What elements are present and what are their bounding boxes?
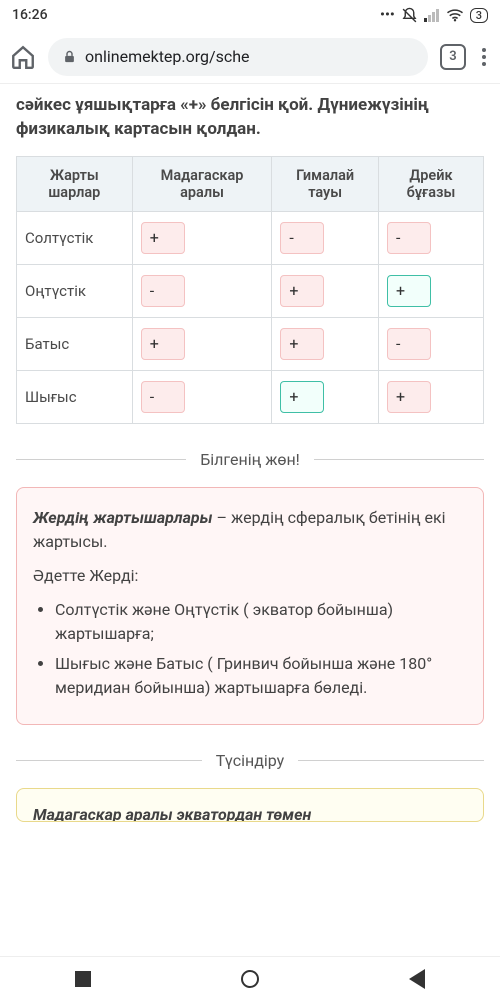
answer-input[interactable]: +: [141, 328, 185, 360]
table-row: Шығыс- + +: [17, 370, 484, 423]
lead-text: Әдетте Жерді:: [33, 564, 467, 588]
status-icons: ••• 3: [380, 7, 488, 24]
section-title: Білгенің жөн!: [186, 450, 314, 469]
answer-input[interactable]: +: [141, 222, 185, 254]
row-label: Шығыс: [17, 370, 133, 423]
answer-cell: +: [272, 317, 379, 370]
answer-cell: +: [272, 370, 379, 423]
signal-icon: [424, 8, 440, 22]
back-button[interactable]: [409, 969, 425, 989]
table-header: Гималай тауы: [272, 156, 379, 211]
answer-input[interactable]: +: [280, 275, 324, 307]
answer-input[interactable]: +: [280, 381, 324, 413]
status-time: 16:26: [12, 7, 48, 23]
wifi-icon: [446, 8, 464, 22]
explain-box: Мадагаскар аралы экватордан төмен: [16, 788, 484, 822]
answer-cell: -: [378, 317, 483, 370]
android-nav-bar: [0, 956, 500, 1000]
answer-cell: -: [132, 264, 272, 317]
more-menu-icon[interactable]: [478, 44, 490, 70]
explain-term: Мадагаскар аралы: [33, 805, 173, 822]
row-label: Оңтүстік: [17, 264, 133, 317]
home-button[interactable]: [241, 970, 259, 988]
table-header: Мадагаскар аралы: [132, 156, 272, 211]
row-label: Солтүстік: [17, 211, 133, 264]
table-header: Дрейк бұғазы: [378, 156, 483, 211]
answer-input[interactable]: -: [280, 222, 324, 254]
home-icon[interactable]: [10, 44, 36, 70]
answer-input[interactable]: -: [387, 222, 431, 254]
answer-cell: -: [272, 211, 379, 264]
dots-icon: •••: [380, 7, 395, 23]
list-item: Солтүстік және Оңтүстік ( экватор бойынш…: [55, 598, 467, 646]
table-header: Жарты шарлар: [17, 156, 133, 211]
table-row: Солтүстік+ - -: [17, 211, 484, 264]
page-content[interactable]: сәйкес ұяшықтарға «+» белгісін қой. Дүни…: [0, 84, 500, 956]
table-row: Батыс++-: [17, 317, 484, 370]
info-box: Жердің жартышарлары – жердің сфералық бе…: [16, 487, 484, 725]
answer-cell: -: [378, 211, 483, 264]
battery-icon: 3: [470, 8, 488, 23]
section-title: Түсіндіру: [202, 751, 298, 770]
section-divider: Білгенің жөн!: [16, 450, 484, 469]
answer-cell: +: [378, 264, 483, 317]
answer-cell: +: [272, 264, 379, 317]
recents-button[interactable]: [75, 971, 91, 987]
task-instruction: сәйкес ұяшықтарға «+» белгісін қой. Дүни…: [16, 94, 484, 142]
row-label: Батыс: [17, 317, 133, 370]
lock-icon: [62, 49, 77, 64]
answer-input[interactable]: +: [280, 328, 324, 360]
mute-bell-icon: [401, 7, 418, 24]
url-bar[interactable]: onlinemektep.org/sche: [48, 38, 428, 76]
browser-toolbar: onlinemektep.org/sche 3: [0, 30, 500, 84]
answer-table: Жарты шарлар Мадагаскар аралы Гималай та…: [16, 156, 484, 424]
answer-input[interactable]: -: [141, 381, 185, 413]
answer-input[interactable]: +: [387, 381, 431, 413]
tabs-button[interactable]: 3: [440, 44, 466, 70]
answer-input[interactable]: +: [387, 275, 431, 307]
explain-text: экватордан төмен: [173, 805, 312, 822]
answer-input[interactable]: -: [387, 328, 431, 360]
section-divider: Түсіндіру: [16, 751, 484, 770]
list-item: Шығыс және Батыс ( Гринвич бойынша және …: [55, 652, 467, 700]
answer-cell: +: [132, 317, 272, 370]
term: Жердің жартышарлары: [33, 508, 213, 527]
answer-cell: +: [132, 211, 272, 264]
answer-cell: +: [378, 370, 483, 423]
status-bar: 16:26 ••• 3: [0, 0, 500, 30]
answer-input[interactable]: -: [141, 275, 185, 307]
url-text: onlinemektep.org/sche: [85, 47, 250, 66]
table-row: Оңтүстік- + +: [17, 264, 484, 317]
answer-cell: -: [132, 370, 272, 423]
